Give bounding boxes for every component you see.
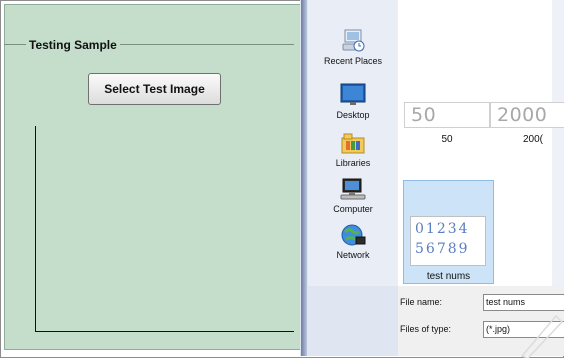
libraries-icon [341,133,365,154]
file-name-label: 50 [441,134,453,145]
place-libraries[interactable]: Libraries [308,130,398,168]
place-recent-places[interactable]: Recent Places [308,28,398,66]
file-thumbnail: 2000 [490,102,564,128]
place-network[interactable]: Network [308,222,398,260]
network-icon [341,224,366,246]
file-name-label: test nums [426,271,471,282]
recent-places-icon [342,29,365,52]
dialog-border [301,0,307,356]
file-thumbnail: 50 [404,102,490,128]
place-desktop[interactable]: Desktop [308,82,398,120]
file-name-label: 200( [522,134,543,145]
desktop-icon [340,83,366,105]
test-image-display [35,126,294,332]
testing-sample-title: Testing Sample [26,38,120,52]
file-name-label-text: File name: [400,297,443,307]
watermark-pencil-icon [520,314,564,358]
computer-icon [340,178,366,200]
place-computer[interactable]: Computer [308,176,398,214]
select-test-image-button[interactable]: Select Test Image [88,73,221,105]
file-item-test-nums[interactable]: 01234 56789 test nums [403,180,494,284]
file-type-label-text: Files of type: [400,324,452,334]
file-thumbnail: 01234 56789 [410,216,486,266]
